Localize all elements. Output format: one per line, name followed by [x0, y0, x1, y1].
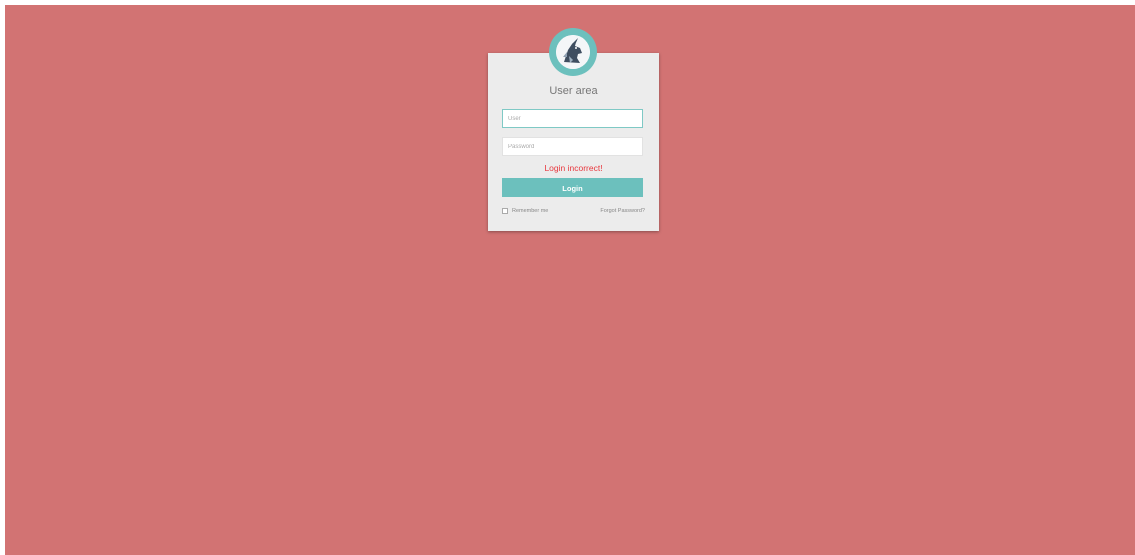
unicorn-logo-icon	[556, 35, 590, 69]
remember-me[interactable]: Remember me	[502, 208, 548, 214]
login-card: User area Login incorrect! Login Remembe…	[488, 28, 659, 231]
page-background: User area Login incorrect! Login Remembe…	[5, 5, 1135, 555]
remember-label: Remember me	[512, 208, 549, 214]
page-title: User area	[549, 85, 598, 97]
remember-checkbox[interactable]	[502, 208, 508, 214]
login-button[interactable]: Login	[502, 178, 643, 197]
password-input[interactable]	[502, 137, 643, 156]
error-message: Login incorrect!	[544, 163, 603, 173]
username-input[interactable]	[502, 109, 643, 128]
forgot-password-link[interactable]: Forgot Password?	[600, 208, 645, 214]
avatar	[549, 28, 597, 76]
